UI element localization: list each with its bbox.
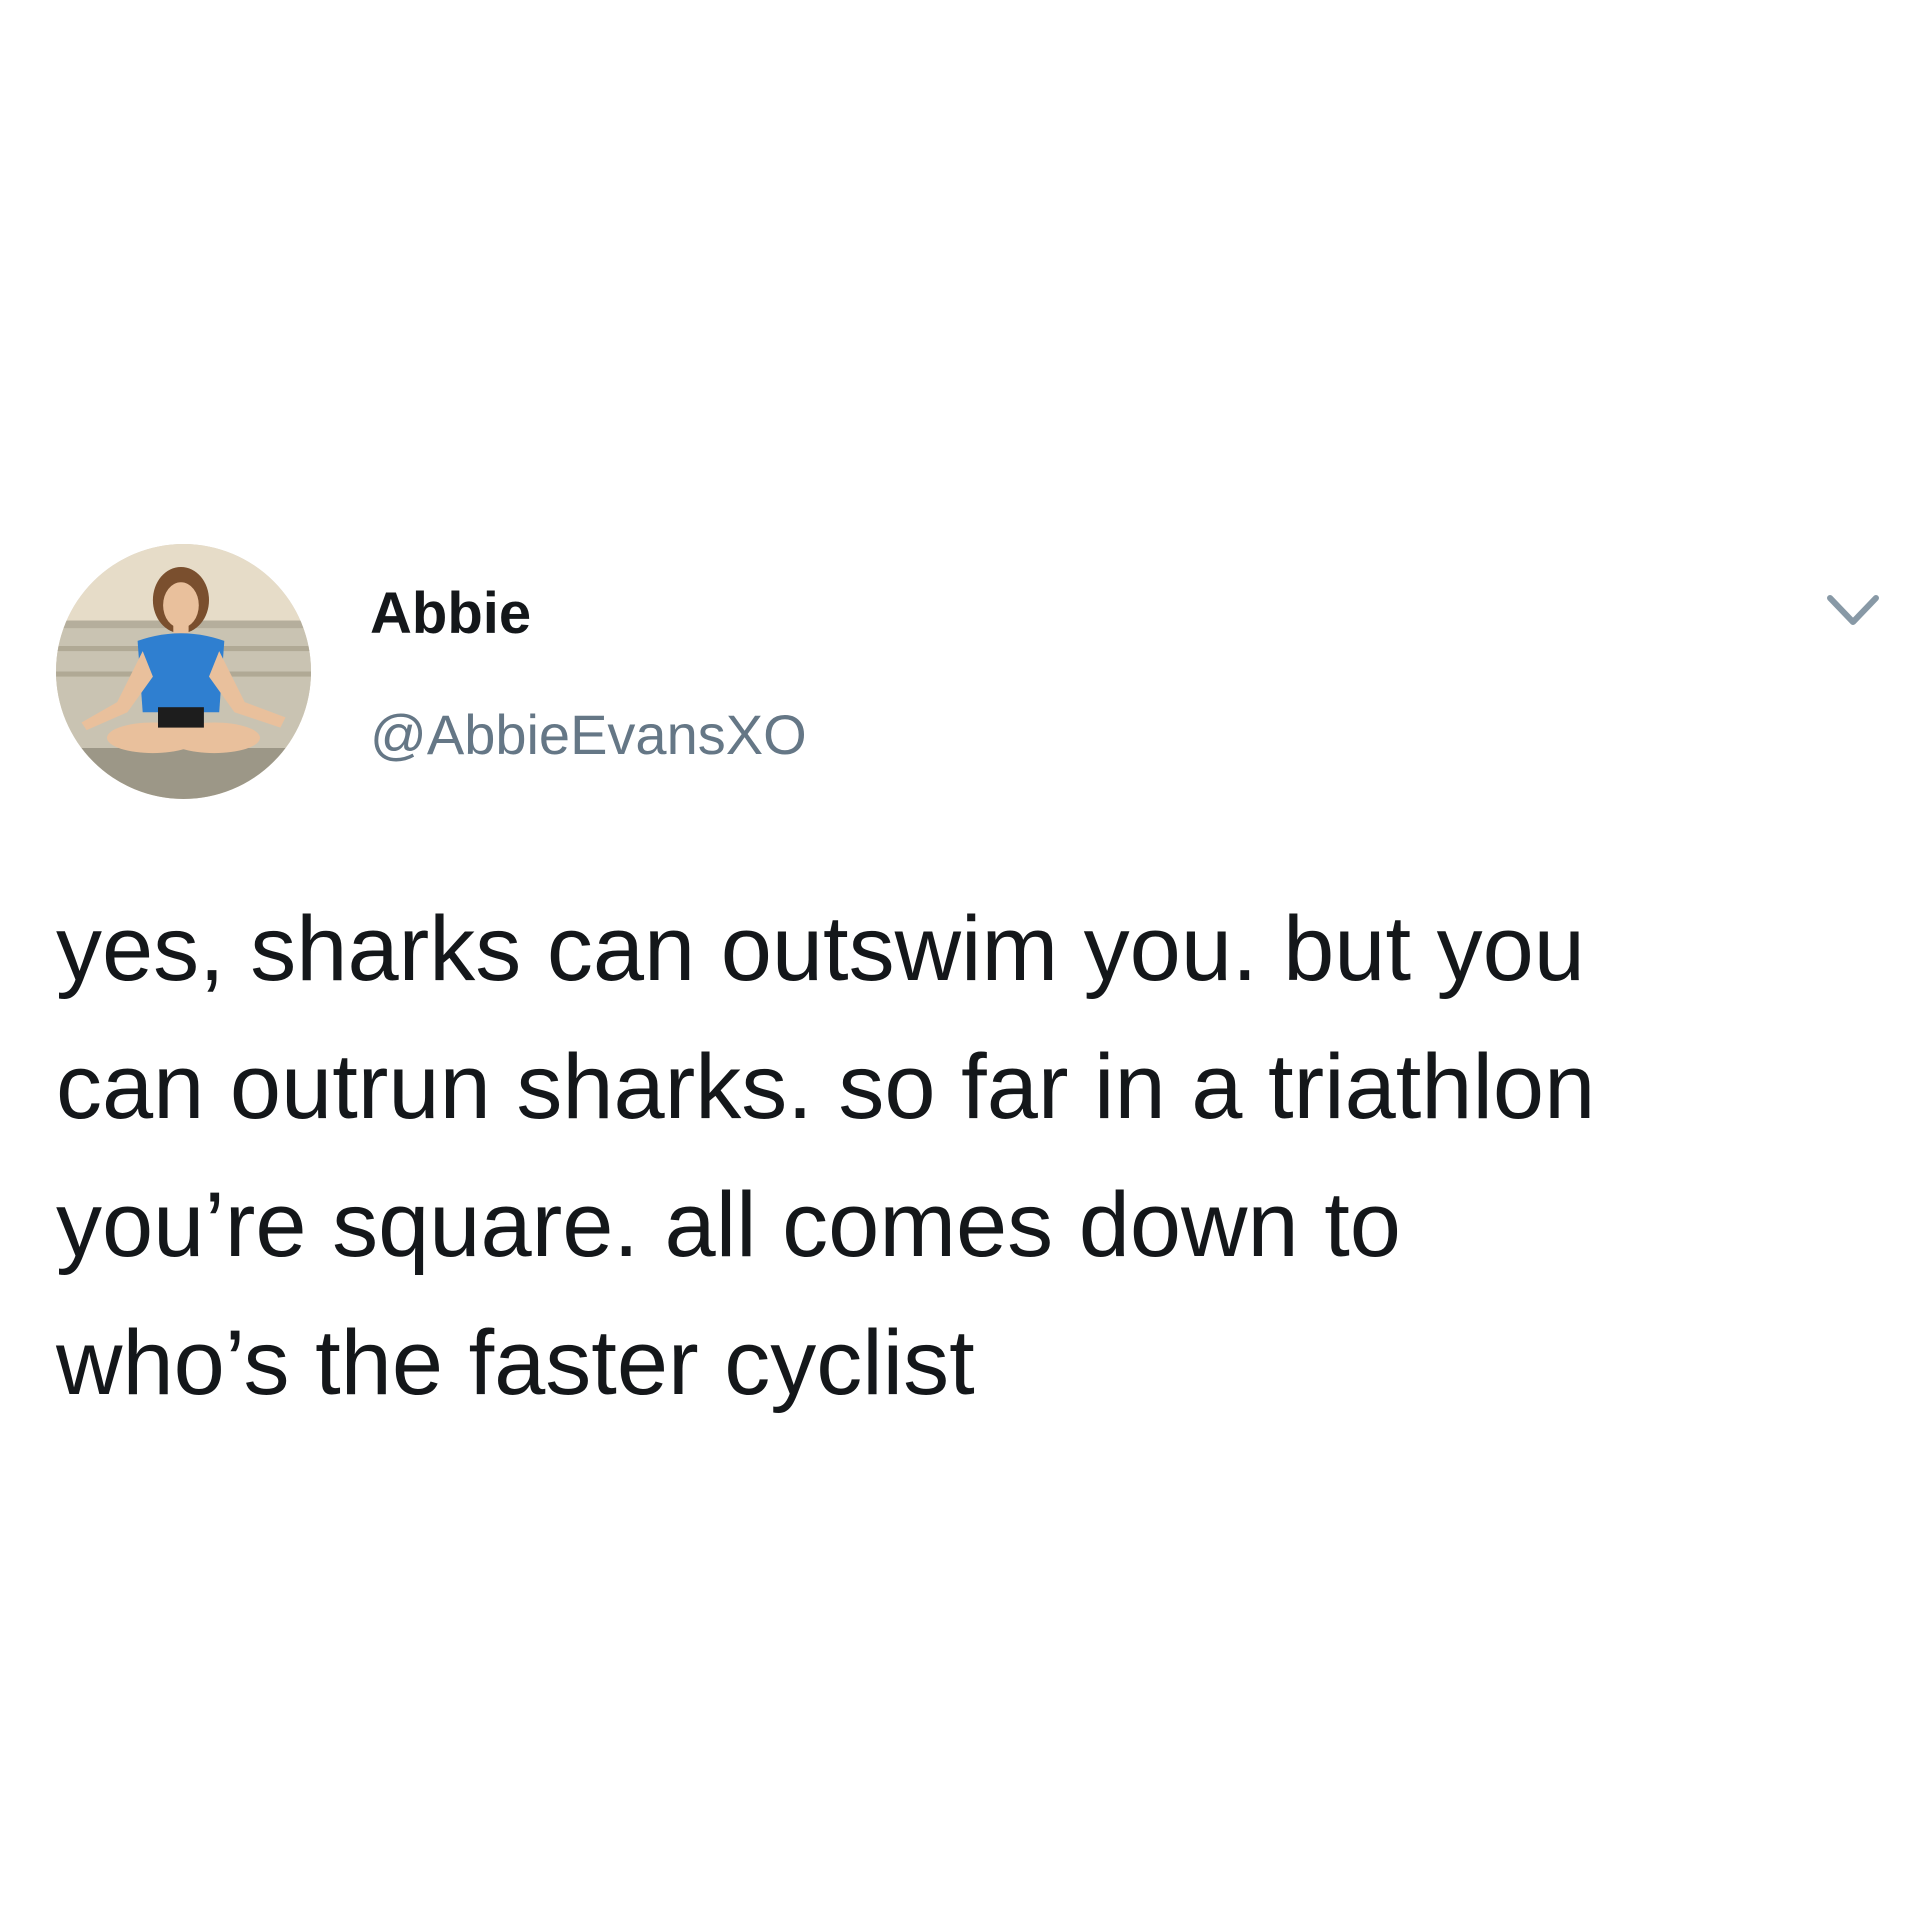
tweet-text-line: you’re square. all comes down to — [56, 1174, 1401, 1276]
tweet-text: yes, sharks can outswim you. but you can… — [56, 880, 1876, 1432]
chevron-down-icon[interactable] — [1824, 590, 1882, 630]
avatar-photo — [56, 544, 311, 799]
author-handle[interactable]: @AbbieEvansXO — [370, 700, 807, 770]
avatar[interactable] — [56, 544, 311, 799]
author-display-name[interactable]: Abbie — [370, 578, 531, 650]
tweet-text-line: yes, sharks can outswim you. but you — [56, 898, 1585, 1000]
tweet-card: Abbie @AbbieEvansXO yes, sharks can outs… — [0, 0, 1920, 1920]
tweet-text-line: who’s the faster cyclist — [56, 1312, 975, 1414]
tweet-text-line: can outrun sharks. so far in a triathlon — [56, 1036, 1596, 1138]
